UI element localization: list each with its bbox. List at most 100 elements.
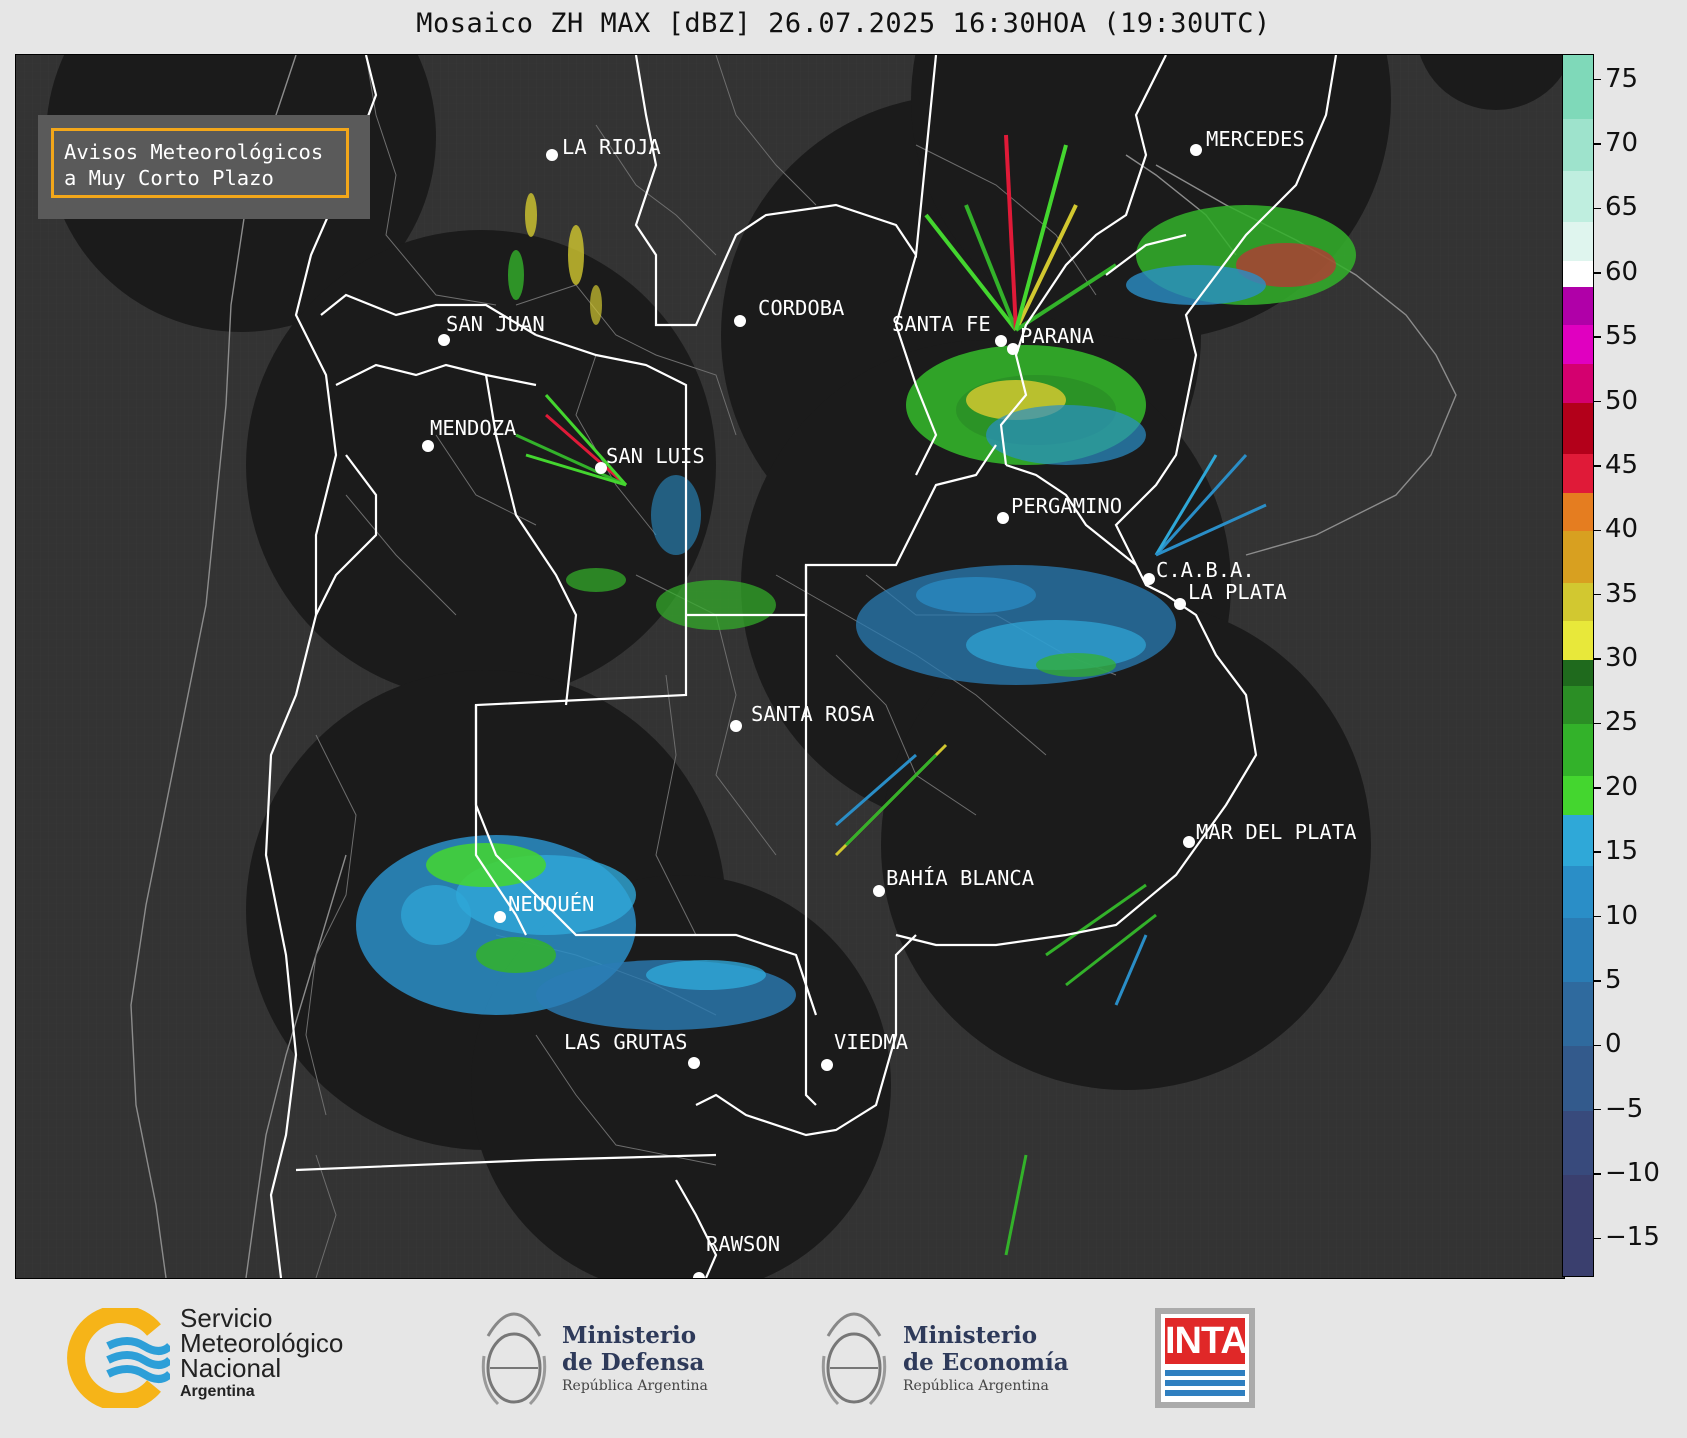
city-label: SANTA ROSA [751, 702, 874, 726]
colorbar-tick [1594, 658, 1601, 660]
city-label: SANTA FE [892, 312, 991, 336]
city-marker [734, 315, 746, 327]
city-marker [730, 720, 742, 732]
city-marker [873, 885, 885, 897]
defensa-line-3: República Argentina [562, 1378, 708, 1394]
colorbar-band [1563, 1110, 1593, 1175]
city-label: LAS GRUTAS [564, 1030, 687, 1054]
colorbar-tick-label: 35 [1605, 578, 1639, 609]
colorbar-tick [1594, 980, 1601, 982]
economia-line-3: República Argentina [903, 1378, 1049, 1394]
colorbar-tick-label: −5 [1605, 1093, 1644, 1124]
city-marker [494, 911, 506, 923]
map-canvas: LA RIOJA CORDOBA SAN JUAN SANTA FE PARAN… [16, 55, 1564, 1278]
city-label: BAHÍA BLANCA [886, 865, 1034, 890]
colorbar-tick [1594, 207, 1601, 210]
economia-text: Ministerio de Economía República Argenti… [903, 1322, 1069, 1396]
city-label: PARANA [1020, 324, 1094, 348]
city-label: SAN LUIS [606, 444, 705, 468]
colorbar-band [1563, 1175, 1593, 1276]
colorbar-tick [1594, 787, 1601, 789]
economia-logo [818, 1296, 890, 1420]
colorbar-band [1563, 531, 1593, 583]
city-label: RAWSON [706, 1232, 780, 1256]
colorbar-tick [1594, 722, 1601, 725]
colorbar-tick-label: 5 [1605, 964, 1622, 995]
colorbar-tick [1594, 78, 1601, 81]
colorbar-tick-label: 25 [1605, 707, 1639, 738]
colorbar-tick [1594, 1044, 1601, 1047]
colorbar-tick [1594, 529, 1601, 532]
colorbar-band [1563, 325, 1593, 364]
colorbar-band [1563, 917, 1593, 982]
city-marker [1174, 598, 1186, 610]
echo-buenos-aires [856, 565, 1176, 685]
inta-logo: INTA [1155, 1308, 1255, 1408]
city-label: LA RIOJA [562, 135, 661, 159]
colorbar-tick [1594, 1237, 1601, 1240]
colorbar-tick-label: −15 [1605, 1222, 1660, 1253]
colorbar-tick [1594, 336, 1601, 338]
colorbar-tick-label: 40 [1605, 514, 1639, 545]
city-marker [995, 335, 1007, 347]
colorbar-band [1563, 1046, 1593, 1111]
city-label: NEUQUÉN [508, 891, 594, 916]
colorbar-tick-label: 10 [1605, 900, 1639, 931]
colorbar-band [1563, 660, 1593, 686]
city-label: MERCEDES [1206, 127, 1305, 151]
inta-stripe-icon [1165, 1390, 1245, 1396]
colorbar-band [1563, 492, 1593, 532]
colorbar-tick [1594, 143, 1601, 145]
city-marker [1183, 836, 1195, 848]
inta-stripe-icon [1165, 1370, 1245, 1376]
colorbar-tick [1594, 400, 1601, 403]
colorbar-band [1563, 119, 1593, 171]
colorbar-band [1563, 222, 1593, 261]
colorbar-tick [1594, 915, 1601, 918]
defensa-line-2: de Defensa [562, 1349, 705, 1376]
colorbar-tick-label: 30 [1605, 643, 1639, 674]
colorbar-band [1563, 260, 1593, 287]
colorbar-band [1563, 621, 1593, 661]
city-label: MENDOZA [430, 416, 516, 440]
inta-wordmark: INTA [1165, 1318, 1248, 1364]
colorbar-band [1563, 775, 1593, 815]
map-title: Mosaico ZH MAX [dBZ] 26.07.2025 16:30HOA… [416, 8, 1271, 39]
city-marker [1143, 573, 1155, 585]
colorbar-tick-label: 75 [1605, 63, 1639, 94]
city-marker [546, 149, 558, 161]
colorbar-tick-label: 60 [1605, 256, 1639, 287]
inta-logo-panel: INTA [1161, 1314, 1249, 1402]
colorbar-tick [1594, 272, 1601, 274]
defensa-line-1: Ministerio [562, 1322, 697, 1349]
coat-of-arms-icon [481, 1312, 547, 1406]
city-marker [1190, 144, 1202, 156]
economia-line-2: de Economía [903, 1349, 1069, 1376]
city-label: PERGAMINO [1011, 494, 1122, 518]
colorbar-tick-label: −10 [1605, 1158, 1660, 1188]
colorbar-band [1563, 685, 1593, 725]
colorbar-tick-label: 0 [1605, 1029, 1622, 1060]
colorbar-tick-label: 45 [1605, 449, 1639, 480]
colorbar-tick-label: 50 [1605, 385, 1639, 416]
smn-line-4: Argentina [180, 1383, 255, 1400]
colorbar-tick [1594, 465, 1601, 467]
colorbar-tick-label: 55 [1605, 321, 1639, 352]
city-label: CORDOBA [758, 296, 844, 320]
city-label: LA PLATA [1188, 580, 1287, 604]
echo-parana [906, 345, 1146, 465]
colorbar-tick [1594, 593, 1601, 596]
smn-emblem-icon [67, 1305, 173, 1411]
colorbar-band [1563, 814, 1593, 867]
colorbar-tick-label: 20 [1605, 771, 1639, 802]
coat-of-arms-icon [821, 1312, 887, 1406]
colorbar-tick-label: 15 [1605, 836, 1639, 867]
city-label: VIEDMA [834, 1030, 908, 1054]
radar-mosaic-map[interactable]: LA RIOJA CORDOBA SAN JUAN SANTA FE PARAN… [15, 54, 1565, 1279]
smn-line-3: Nacional [180, 1353, 282, 1383]
colorbar-band [1563, 724, 1593, 776]
city-marker [1007, 343, 1019, 355]
inta-stripe-icon [1165, 1380, 1245, 1386]
colorbar [1562, 54, 1594, 1277]
city-marker [688, 1057, 700, 1069]
